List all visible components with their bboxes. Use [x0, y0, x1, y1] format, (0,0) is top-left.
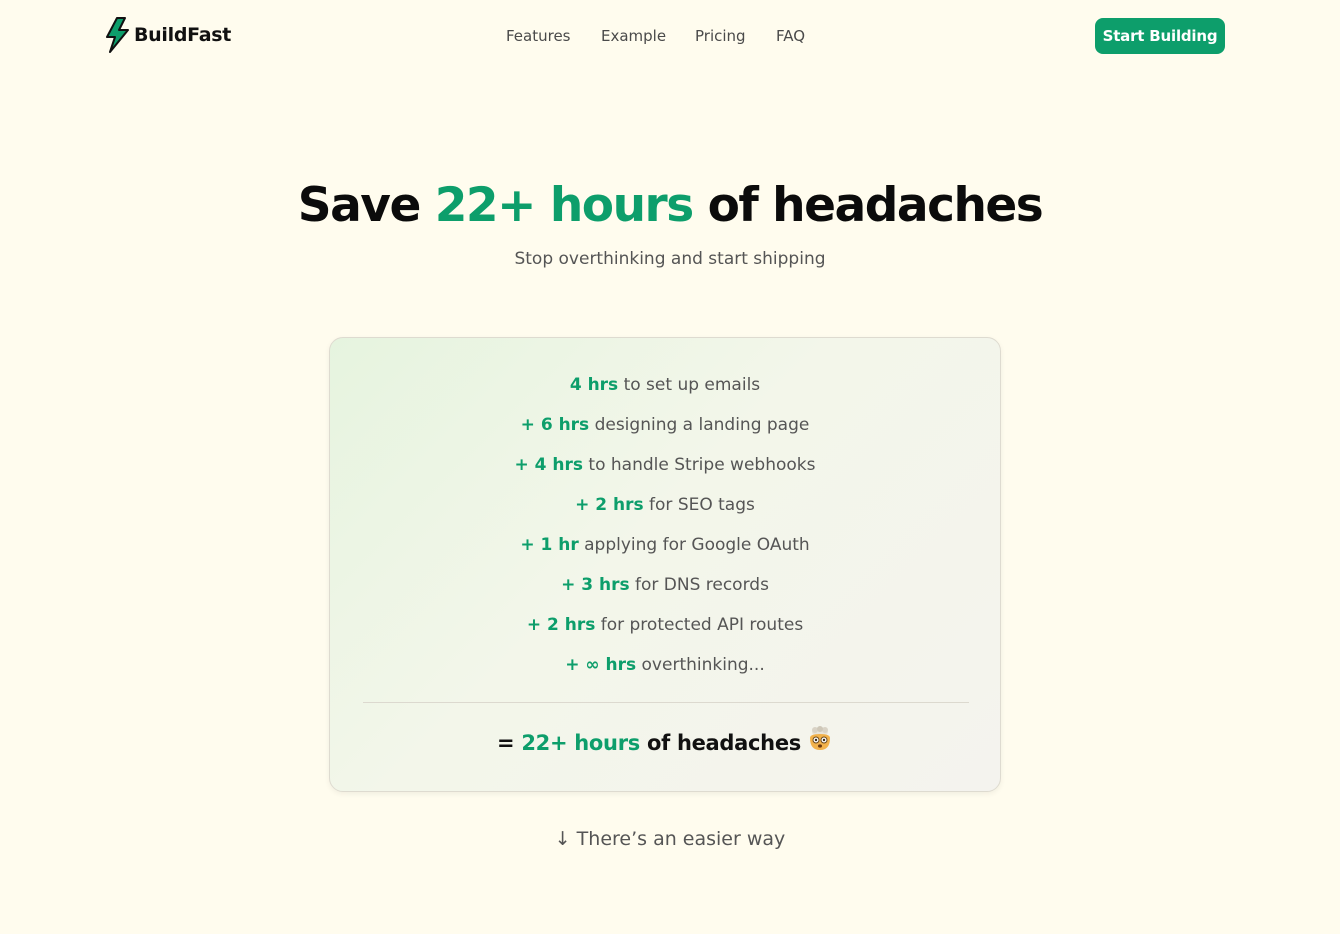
start-building-button[interactable]: Start Building — [1095, 18, 1225, 54]
hours-value: + 2 hrs — [526, 615, 596, 635]
top-nav: BuildFast Features Example Pricing FAQ S… — [0, 0, 1340, 72]
list-item: + 6 hrs designing a landing page — [330, 411, 1000, 451]
nav-link-example[interactable]: Example — [601, 24, 666, 48]
landing-page: BuildFast Features Example Pricing FAQ S… — [0, 0, 1340, 934]
task-text: for protected API routes — [595, 615, 804, 635]
total-suffix: of headaches — [639, 731, 801, 755]
hours-value: + ∞ hrs — [565, 655, 637, 675]
total-line: = 22+ hours of headaches — [330, 725, 1000, 760]
hero-title-prefix: Save — [297, 178, 435, 233]
list-item: 4 hrs to set up emails — [330, 371, 1000, 411]
list-item: + 1 hr applying for Google OAuth — [330, 531, 1000, 571]
total-prefix: = — [497, 731, 522, 755]
list-item: + 2 hrs for protected API routes — [330, 611, 1000, 651]
task-text: overthinking... — [636, 655, 765, 675]
task-text: for SEO tags — [643, 495, 755, 515]
list-item: + ∞ hrs overthinking... — [330, 651, 1000, 691]
hours-value: + 1 hr — [520, 535, 579, 555]
card-divider — [363, 702, 969, 703]
hero-title-accent: 22+ hours — [434, 178, 695, 233]
task-text: applying for Google OAuth — [578, 535, 810, 555]
hours-value: + 2 hrs — [575, 495, 644, 515]
hero-subtitle: Stop overthinking and start shipping — [514, 249, 826, 269]
hours-value: + 4 hrs — [514, 455, 584, 475]
list-item: + 4 hrs to handle Stripe webhooks — [330, 451, 1000, 491]
nav-link-pricing[interactable]: Pricing — [695, 24, 746, 48]
nav-link-features[interactable]: Features — [506, 24, 571, 48]
total-accent: 22+ hours — [521, 731, 640, 755]
hero-title-suffix: of headaches — [692, 178, 1044, 233]
task-text: to set up emails — [618, 375, 761, 395]
easier-way-hint: ↓ There’s an easier way — [554, 828, 786, 850]
list-item: + 3 hrs for DNS records — [330, 571, 1000, 611]
task-text: for DNS records — [629, 575, 769, 595]
hours-value: + 6 hrs — [520, 415, 590, 435]
hours-value: 4 hrs — [569, 375, 619, 395]
hero-title: Save 22+ hours of headaches — [0, 176, 1340, 236]
hours-value: + 3 hrs — [561, 575, 630, 595]
time-breakdown-list: 4 hrs to set up emails + 6 hrs designing… — [330, 371, 1000, 691]
task-text: to handle Stripe webhooks — [583, 455, 816, 475]
nav-link-faq[interactable]: FAQ — [776, 24, 805, 48]
time-breakdown-card: 4 hrs to set up emails + 6 hrs designing… — [329, 337, 1001, 792]
task-text: designing a landing page — [589, 415, 810, 435]
list-item: + 2 hrs for SEO tags — [330, 491, 1000, 531]
exploding-head-emoji-icon — [807, 725, 833, 760]
